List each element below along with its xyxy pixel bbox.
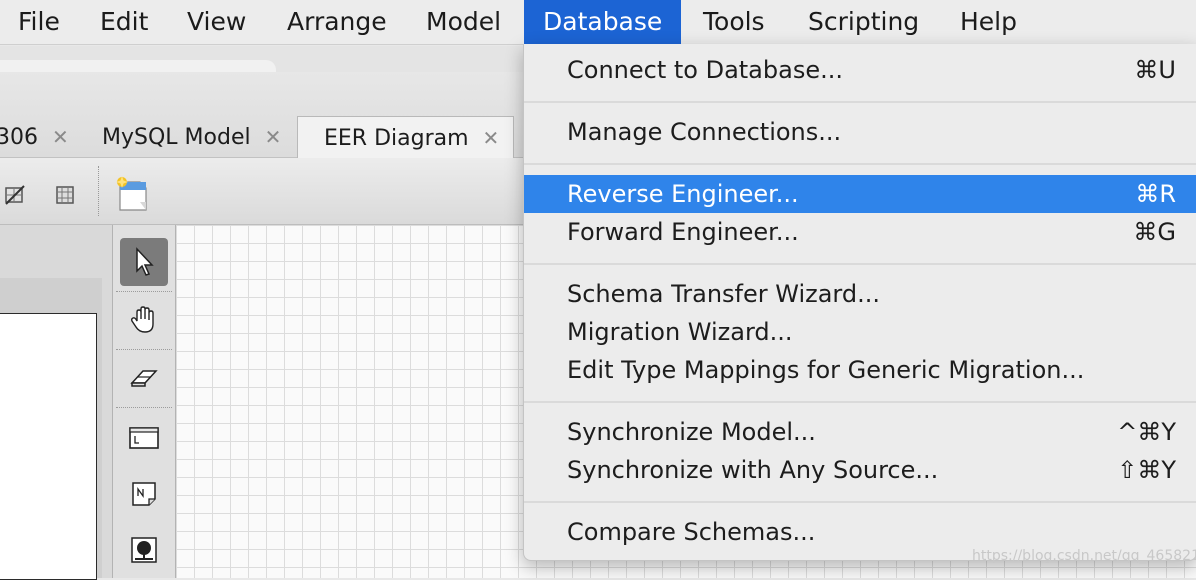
menu-item-shortcut: ⇧⌘Y xyxy=(1117,456,1176,484)
hand-icon xyxy=(130,306,154,333)
toolbar-separator xyxy=(98,166,99,216)
menu-item-shortcut: ⌘R xyxy=(1135,180,1176,208)
menu-item-shortcut: ⌘G xyxy=(1133,218,1176,246)
hand-tool[interactable] xyxy=(120,296,168,344)
menu-separator xyxy=(524,501,1196,503)
menu-separator xyxy=(524,163,1196,165)
menu-model[interactable]: Model xyxy=(426,0,501,44)
menu-scripting[interactable]: Scripting xyxy=(808,0,919,44)
menu-item-connect-to-database[interactable]: Connect to Database... ⌘U xyxy=(524,51,1196,89)
note-tool[interactable] xyxy=(120,470,168,518)
tab-label: 306 xyxy=(0,125,38,150)
menu-item-label: Synchronize Model... xyxy=(567,418,816,446)
grid-icon[interactable] xyxy=(56,186,74,208)
menu-item-shortcut: ^⌘Y xyxy=(1117,418,1176,446)
tab-306[interactable]: 306 ✕ xyxy=(0,116,69,158)
close-icon[interactable]: ✕ xyxy=(265,125,282,149)
menu-item-migration-wizard[interactable]: Migration Wizard... xyxy=(524,313,1196,351)
eraser-icon xyxy=(130,370,158,387)
menu-view[interactable]: View xyxy=(187,0,246,44)
palette-separator xyxy=(116,291,172,292)
menu-item-forward-engineer[interactable]: Forward Engineer... ⌘G xyxy=(524,213,1196,251)
menu-help[interactable]: Help xyxy=(960,0,1017,44)
menu-separator xyxy=(524,401,1196,403)
close-icon[interactable]: ✕ xyxy=(52,125,69,149)
watermark: https://blog.csdn.net/qq_46582130 xyxy=(972,548,1196,564)
menu-item-label: Schema Transfer Wizard... xyxy=(567,280,880,308)
image-icon xyxy=(131,537,157,563)
menu-item-label: Compare Schemas... xyxy=(567,518,816,546)
menu-tools[interactable]: Tools xyxy=(703,0,765,44)
menu-separator xyxy=(524,263,1196,265)
menu-item-synchronize-model[interactable]: Synchronize Model... ^⌘Y xyxy=(524,413,1196,451)
menu-arrange[interactable]: Arrange xyxy=(287,0,387,44)
layer-tool[interactable] xyxy=(120,414,168,462)
menu-database[interactable]: Database xyxy=(524,0,682,44)
pointer-tool[interactable] xyxy=(120,238,168,286)
menu-item-label: Manage Connections... xyxy=(567,118,842,146)
tab-eer-diagram[interactable]: EER Diagram ✕ xyxy=(297,116,515,159)
menu-item-label: Forward Engineer... xyxy=(567,218,799,246)
pointer-icon xyxy=(136,247,154,276)
new-note-icon[interactable] xyxy=(116,176,148,216)
note-icon xyxy=(132,482,156,506)
menu-item-label: Edit Type Mappings for Generic Migration… xyxy=(567,356,1085,384)
menu-item-edit-type-mappings[interactable]: Edit Type Mappings for Generic Migration… xyxy=(524,351,1196,389)
tab-label: MySQL Model xyxy=(102,125,251,150)
menu-item-label: Reverse Engineer... xyxy=(567,180,799,208)
palette-separator xyxy=(116,407,172,408)
menu-item-reverse-engineer[interactable]: Reverse Engineer... ⌘R xyxy=(524,175,1196,213)
menu-file[interactable]: File xyxy=(18,0,60,44)
database-menu: Connect to Database... ⌘U Manage Connect… xyxy=(523,44,1196,561)
close-icon[interactable]: ✕ xyxy=(483,126,500,150)
menu-item-shortcut: ⌘U xyxy=(1134,56,1176,84)
menu-item-label: Synchronize with Any Source... xyxy=(567,456,939,484)
catalog-tree[interactable] xyxy=(0,313,97,580)
menu-item-label: Migration Wizard... xyxy=(567,318,793,346)
tab-mysql-model[interactable]: MySQL Model ✕ xyxy=(102,116,281,158)
menu-edit[interactable]: Edit xyxy=(100,0,148,44)
menu-bar: File Edit View Arrange Model Database To… xyxy=(0,0,1196,45)
menu-item-schema-transfer-wizard[interactable]: Schema Transfer Wizard... xyxy=(524,275,1196,313)
layer-icon xyxy=(129,427,159,449)
palette-separator xyxy=(116,349,172,350)
eraser-tool[interactable] xyxy=(120,354,168,402)
image-tool[interactable] xyxy=(120,526,168,574)
menu-separator xyxy=(524,101,1196,103)
menu-item-manage-connections[interactable]: Manage Connections... xyxy=(524,113,1196,151)
menu-item-compare-schemas[interactable]: Compare Schemas... xyxy=(524,513,1196,551)
menu-item-label: Connect to Database... xyxy=(567,56,843,84)
menu-item-synchronize-any-source[interactable]: Synchronize with Any Source... ⇧⌘Y xyxy=(524,451,1196,489)
no-grid-icon[interactable] xyxy=(4,184,26,210)
tab-label: EER Diagram xyxy=(324,126,469,151)
